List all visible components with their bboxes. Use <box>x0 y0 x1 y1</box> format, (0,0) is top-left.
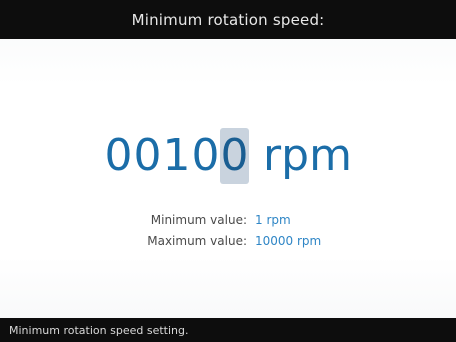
speed-digit-5-selected[interactable]: 0 <box>220 128 250 184</box>
max-value: 10000 rpm <box>255 234 322 248</box>
status-text: Minimum rotation speed setting. <box>9 323 189 337</box>
limits-panel: Minimum value: 1 rpm Maximum value: 1000… <box>0 210 456 252</box>
min-limit-row: Minimum value: 1 rpm <box>0 210 456 231</box>
title-bar: Minimum rotation speed: <box>0 0 456 39</box>
speed-value-editor[interactable]: 0 0 1 0 0 rpm <box>0 128 456 184</box>
screen: Minimum rotation speed: 0 0 1 0 0 rpm Minimum… <box>0 0 456 342</box>
max-value-label: Maximum value: <box>147 234 247 248</box>
status-bar: Minimum rotation speed setting. <box>0 318 456 342</box>
max-limit-row: Maximum value: 10000 rpm <box>0 231 456 252</box>
speed-digit-4[interactable]: 0 <box>191 128 220 184</box>
speed-digit-2[interactable]: 0 <box>133 128 162 184</box>
speed-digit-3[interactable]: 1 <box>162 128 191 184</box>
min-value-label: Minimum value: <box>150 213 247 227</box>
page-title: Minimum rotation speed: <box>131 10 325 29</box>
speed-digit-1[interactable]: 0 <box>104 128 133 184</box>
min-value: 1 rpm <box>255 213 291 227</box>
speed-unit: rpm <box>263 130 352 181</box>
